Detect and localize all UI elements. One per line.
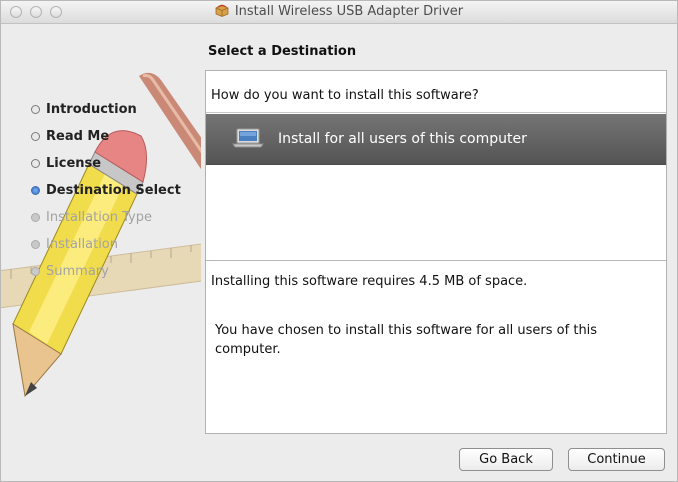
step-bullet-icon (31, 213, 40, 222)
install-for-all-users-option[interactable]: Install for all users of this computer (206, 114, 666, 165)
step-label: Installation (46, 237, 119, 252)
divider (206, 112, 666, 113)
step-destination-select: Destination Select (31, 177, 181, 204)
laptop-icon (232, 128, 264, 152)
step-bullet-active-icon (31, 186, 40, 195)
install-question: How do you want to install this software… (211, 88, 479, 103)
step-license: License (31, 150, 181, 177)
space-required-text: Installing this software requires 4.5 MB… (211, 274, 528, 289)
continue-button[interactable]: Continue (568, 448, 665, 471)
divider (206, 260, 666, 261)
window-title: Install Wireless USB Adapter Driver (234, 4, 464, 19)
window-title-area: Install Wireless USB Adapter Driver (1, 4, 677, 21)
step-installation: Installation (31, 231, 181, 258)
destination-panel: How do you want to install this software… (205, 70, 667, 434)
installer-window: Install Wireless USB Adapter Driver Intr… (0, 0, 678, 482)
step-label: Read Me (46, 129, 110, 144)
option-label: Install for all users of this computer (278, 131, 527, 147)
step-label: Introduction (46, 102, 137, 117)
step-label: Summary (46, 264, 109, 279)
installer-sidebar: Introduction Read Me License Destination… (1, 24, 201, 444)
package-icon (215, 4, 229, 21)
step-summary: Summary (31, 258, 181, 285)
page-heading: Select a Destination (208, 44, 357, 59)
step-bullet-icon (31, 159, 40, 168)
title-bar: Install Wireless USB Adapter Driver (1, 1, 677, 24)
go-back-button[interactable]: Go Back (459, 448, 553, 471)
step-introduction: Introduction (31, 96, 181, 123)
step-installation-type: Installation Type (31, 204, 181, 231)
step-bullet-icon (31, 267, 40, 276)
step-bullet-icon (31, 240, 40, 249)
step-bullet-icon (31, 105, 40, 114)
step-list: Introduction Read Me License Destination… (31, 96, 181, 285)
step-read-me: Read Me (31, 123, 181, 150)
step-label: Destination Select (46, 183, 181, 198)
step-label: Installation Type (46, 210, 152, 225)
choice-summary-text: You have chosen to install this software… (215, 323, 598, 357)
step-bullet-icon (31, 132, 40, 141)
step-label: License (46, 156, 102, 171)
